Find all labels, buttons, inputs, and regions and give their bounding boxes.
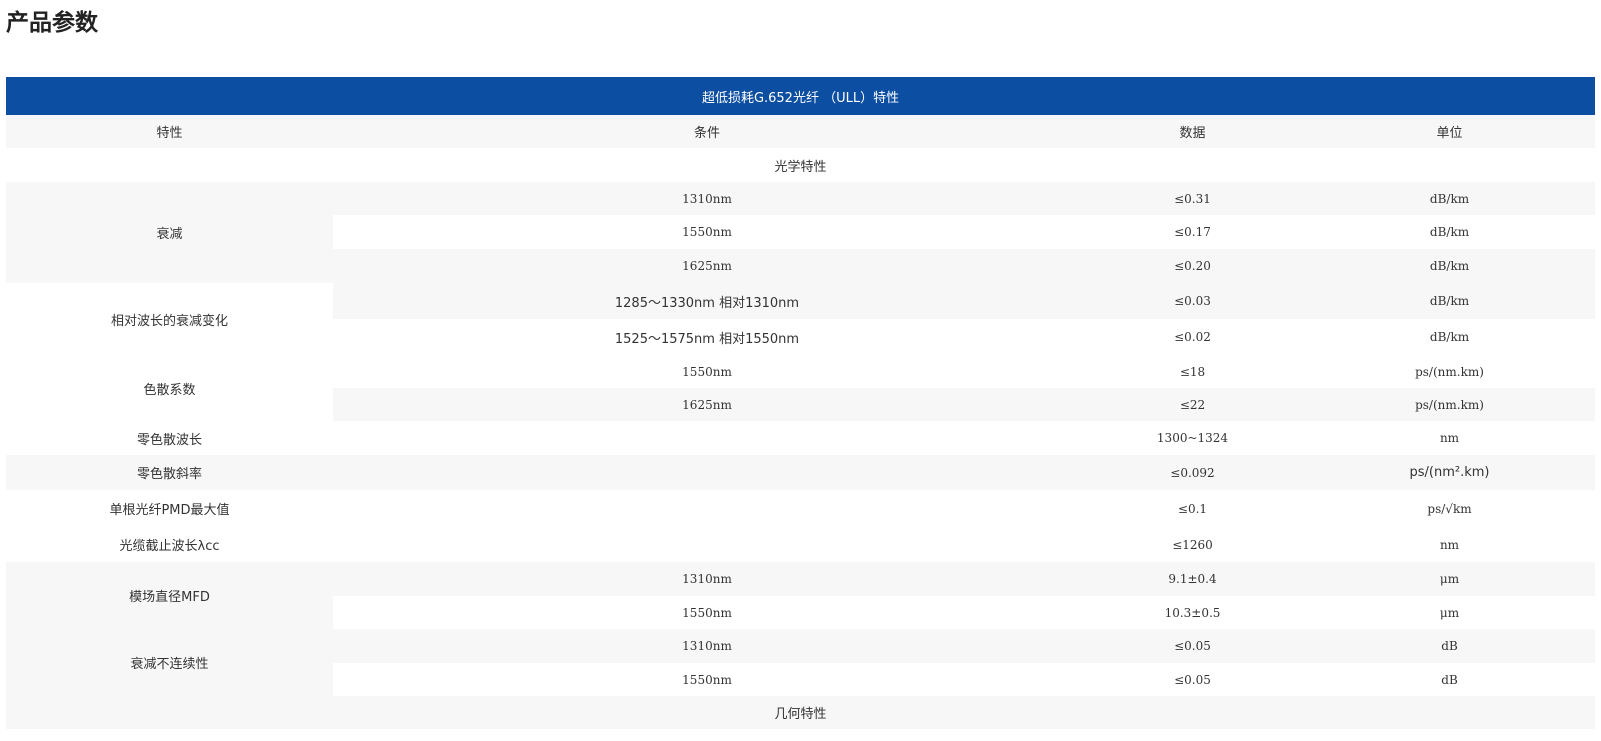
section-title-optical: 光学特性 — [774, 159, 827, 175]
value-cell: 9.1±0.4 — [1168, 572, 1217, 586]
unit-cell: μm — [1439, 572, 1460, 586]
condition-cell: 1310nm — [682, 191, 732, 206]
value-cell: ≤0.17 — [1174, 225, 1211, 239]
table-row: 衰减 1310nm ≤0.31 dB/km — [6, 182, 1596, 283]
row-label-chromatic-dispersion: 色散系数 — [6, 355, 333, 421]
condition-cell: 1550nm — [682, 605, 732, 620]
table-row: 单根光纤PMD最大值 ≤0.1 ps/√km — [6, 490, 1596, 527]
condition-cell: 1550nm — [682, 672, 732, 687]
unit-cell: ps/(nm.km) — [1415, 364, 1484, 379]
section-row-optical: 光学特性 — [6, 148, 1596, 182]
section-title-geometric: 几何特性 — [774, 707, 827, 722]
unit-cell: dB/km — [1429, 191, 1470, 206]
value-cell: ≤0.1 — [1177, 501, 1208, 516]
unit-cell: nm — [1439, 537, 1460, 552]
page-title: 产品参数 — [6, 10, 98, 36]
value-cell: ≤0.02 — [1174, 330, 1211, 344]
value-cell: 1300~1324 — [1156, 431, 1229, 445]
row-label-pmd: 单根光纤PMD最大值 — [109, 503, 230, 518]
value-cell: ≤0.20 — [1174, 259, 1211, 273]
row-label-point-discontinuity: 衰减不连续性 — [6, 629, 333, 696]
unit-cell: dB — [1441, 639, 1458, 653]
table-row: 零色散斜率 ≤0.092 ps/(nm².km) — [6, 455, 1596, 490]
unit-cell: dB — [1441, 672, 1458, 687]
table-row: 光缆截止波长λcc ≤1260 nm — [6, 527, 1596, 562]
condition-cell: 1625nm — [682, 397, 732, 412]
unit-cell: dB/km — [1429, 259, 1470, 273]
table-row: 零色散波长 1300~1324 nm — [6, 421, 1596, 455]
condition-cell: 1525～1575nm 相对1550nm — [614, 331, 800, 347]
value-cell: ≤18 — [1179, 364, 1206, 379]
unit-cell: μm — [1439, 605, 1460, 620]
row-label-zero-dispersion-slope: 零色散斜率 — [136, 467, 202, 482]
header-condition: 条件 — [693, 126, 720, 141]
value-cell: ≤0.092 — [1170, 465, 1215, 480]
condition-cell: 1310nm — [682, 639, 732, 653]
table-row: 衰减不连续性 1310nm ≤0.05 dB — [6, 629, 1596, 696]
table-row: 模场直径MFD 1310nm 9.1±0.4 μm — [6, 562, 1596, 629]
value-cell: ≤0.05 — [1174, 639, 1211, 653]
table-row: 相对波长的衰减变化 1285～1330nm 相对1310nm ≤0.03 dB/… — [6, 283, 1596, 355]
condition-cell — [333, 527, 1081, 562]
table-header-row: 特性 条件 数据 单位 — [6, 115, 1596, 148]
header-value: 数据 — [1179, 126, 1206, 141]
unit-cell: dB/km — [1429, 330, 1470, 344]
condition-cell: 1310nm — [682, 572, 732, 586]
condition-cell — [333, 421, 1081, 455]
unit-cell: dB/km — [1429, 225, 1470, 239]
condition-cell — [333, 455, 1081, 490]
header-characteristic: 特性 — [156, 126, 183, 141]
unit-cell: ps/(nm.km) — [1415, 397, 1484, 412]
value-cell: ≤1260 — [1172, 537, 1213, 552]
unit-cell: ps/(nm².km) — [1409, 465, 1490, 480]
row-label-attenuation-vs-wavelength: 相对波长的衰减变化 — [6, 283, 333, 355]
unit-cell: nm — [1439, 431, 1460, 445]
row-label-zero-dispersion-wavelength: 零色散波长 — [136, 432, 202, 448]
value-cell: ≤0.03 — [1174, 294, 1211, 308]
table-caption: 超低损耗G.652光纤 （ULL）特性 — [6, 77, 1596, 115]
row-label-mfd: 模场直径MFD — [6, 562, 333, 629]
value-cell: ≤0.31 — [1174, 191, 1211, 206]
header-unit: 单位 — [1436, 126, 1463, 141]
table-row: 色散系数 1550nm ≤18 ps/(nm.km) — [6, 355, 1596, 421]
condition-cell: 1285～1330nm 相对1310nm — [614, 295, 800, 311]
condition-cell: 1625nm — [682, 259, 732, 273]
row-label-cutoff-wavelength: 光缆截止波长λcc — [119, 539, 220, 554]
row-label-attenuation: 衰减 — [6, 182, 333, 283]
value-cell: ≤22 — [1179, 397, 1206, 412]
value-cell: ≤0.05 — [1174, 672, 1211, 687]
unit-cell: ps/√km — [1427, 501, 1472, 516]
condition-cell: 1550nm — [682, 364, 732, 379]
spec-table: 超低损耗G.652光纤 （ULL）特性 特性 条件 数据 单位 光学特性 衰减 … — [6, 77, 1596, 729]
condition-cell — [333, 490, 1081, 527]
condition-cell: 1550nm — [682, 225, 732, 239]
value-cell: 10.3±0.5 — [1164, 605, 1221, 620]
table-caption-row: 超低损耗G.652光纤 （ULL）特性 — [6, 77, 1596, 115]
unit-cell: dB/km — [1429, 294, 1470, 308]
section-row-geometric: 几何特性 — [6, 696, 1596, 729]
